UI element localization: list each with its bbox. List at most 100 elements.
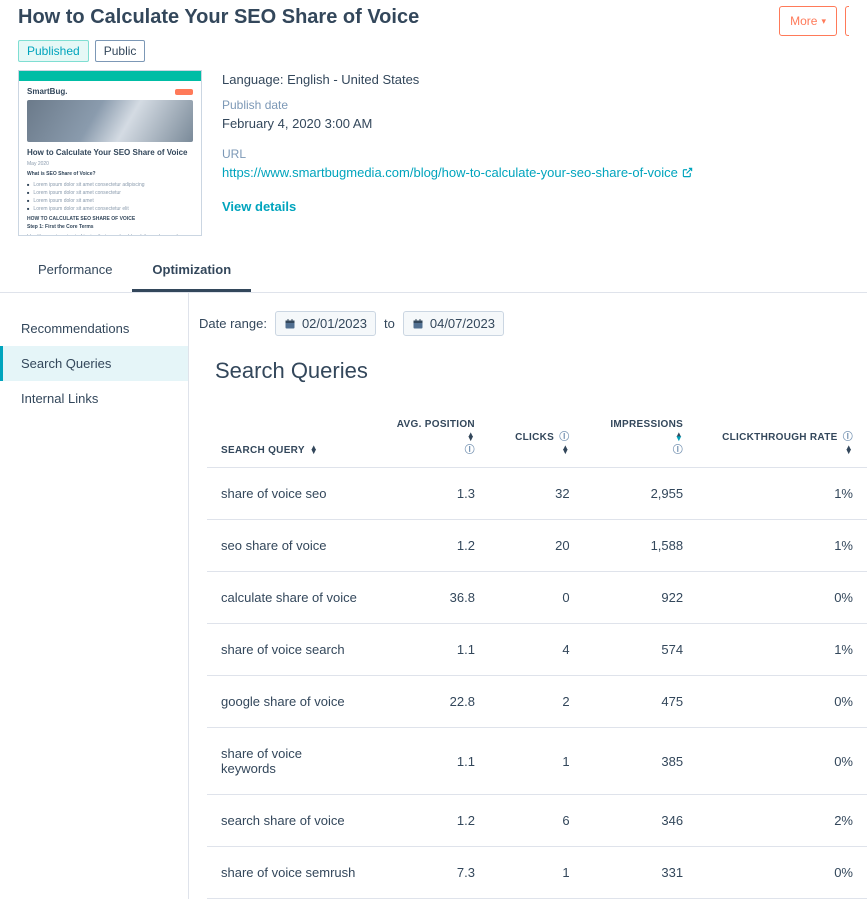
cell-query: seo share of voice	[207, 520, 371, 572]
cell-clicks: 20	[489, 520, 584, 572]
date-from-value: 02/01/2023	[302, 316, 367, 331]
cell-avg: 1.2	[371, 520, 489, 572]
cell-impressions: 346	[584, 795, 698, 847]
cell-avg: 1.1	[371, 728, 489, 795]
panel-title: Search Queries	[215, 358, 867, 384]
truncated-button[interactable]	[845, 6, 849, 36]
cell-ctr: 1%	[697, 468, 867, 520]
col-label: CLICKS	[515, 432, 554, 443]
cell-query: share of voice keywords	[207, 728, 371, 795]
tab-performance[interactable]: Performance	[18, 250, 132, 292]
cell-query: google share of voice	[207, 676, 371, 728]
cell-query: calculate share of voice	[207, 572, 371, 624]
cell-query: share of voice semrush	[207, 847, 371, 899]
cell-avg: 36.8	[371, 572, 489, 624]
table-row: calculate share of voice36.809220%	[207, 572, 867, 624]
cell-query: search share of voice	[207, 795, 371, 847]
cell-clicks: 4	[489, 624, 584, 676]
sort-icon: ▲▼	[310, 446, 318, 454]
cell-clicks: 2	[489, 676, 584, 728]
page-thumbnail: SmartBug. How to Calculate Your SEO Shar…	[18, 70, 202, 236]
cell-ctr: 0%	[697, 847, 867, 899]
view-details-link[interactable]: View details	[222, 197, 693, 217]
info-icon[interactable]: ⓘ	[843, 432, 853, 443]
language-value: Language: English - United States	[222, 70, 693, 90]
table-row: share of voice keywords1.113850%	[207, 728, 867, 795]
cell-impressions: 2,955	[584, 468, 698, 520]
sidebar-item-search-queries[interactable]: Search Queries	[0, 346, 188, 381]
cell-avg: 7.3	[371, 847, 489, 899]
cell-impressions: 574	[584, 624, 698, 676]
thumb-heading: How to Calculate Your SEO Share of Voice	[27, 148, 193, 158]
cell-avg: 1.2	[371, 795, 489, 847]
cell-clicks: 0	[489, 572, 584, 624]
info-icon[interactable]: ⓘ	[559, 432, 569, 443]
col-label: AVG. POSITION	[397, 419, 475, 430]
thumb-brand: SmartBug.	[27, 87, 67, 96]
external-link-icon	[682, 167, 693, 178]
sidebar-item-internal-links[interactable]: Internal Links	[0, 381, 188, 416]
cell-ctr: 0%	[697, 676, 867, 728]
sort-icon: ▲▼	[467, 433, 475, 441]
col-label: SEARCH QUERY	[221, 445, 305, 456]
date-to-label: to	[384, 316, 395, 331]
cell-impressions: 922	[584, 572, 698, 624]
sort-icon: ▲▼	[845, 446, 853, 454]
page-url-link[interactable]: https://www.smartbugmedia.com/blog/how-t…	[222, 163, 693, 183]
status-badge-public: Public	[95, 40, 146, 62]
cell-clicks: 32	[489, 468, 584, 520]
cell-clicks: 1	[489, 847, 584, 899]
page-title: How to Calculate Your SEO Share of Voice	[18, 6, 419, 29]
table-row: search share of voice1.263462%	[207, 795, 867, 847]
url-text: https://www.smartbugmedia.com/blog/how-t…	[222, 163, 678, 183]
col-label: IMPRESSIONS	[610, 419, 683, 430]
sort-icon: ▲▼	[675, 433, 683, 441]
table-row: share of voice search1.145741%	[207, 624, 867, 676]
cell-avg: 1.3	[371, 468, 489, 520]
info-icon[interactable]: ⓘ	[673, 445, 683, 456]
cell-impressions: 1,588	[584, 520, 698, 572]
more-label: More	[790, 14, 817, 28]
search-queries-table: SEARCH QUERY ▲▼ AVG. POSITION ▲▼ ⓘ CLICK…	[207, 408, 867, 899]
publish-date-value: February 4, 2020 3:00 AM	[222, 114, 693, 134]
cell-ctr: 2%	[697, 795, 867, 847]
col-ctr[interactable]: CLICKTHROUGH RATE ⓘ ▲▼	[697, 408, 867, 468]
cell-impressions: 331	[584, 847, 698, 899]
cell-query: share of voice search	[207, 624, 371, 676]
cell-ctr: 1%	[697, 520, 867, 572]
date-to-value: 04/07/2023	[430, 316, 495, 331]
sidebar-item-recommendations[interactable]: Recommendations	[0, 311, 188, 346]
cell-clicks: 1	[489, 728, 584, 795]
table-row: share of voice seo1.3322,9551%	[207, 468, 867, 520]
col-search-query[interactable]: SEARCH QUERY ▲▼	[207, 408, 371, 468]
cell-ctr: 1%	[697, 624, 867, 676]
url-label: URL	[222, 145, 693, 163]
publish-date-label: Publish date	[222, 96, 693, 114]
date-range-label: Date range:	[199, 316, 267, 331]
col-avg-position[interactable]: AVG. POSITION ▲▼ ⓘ	[371, 408, 489, 468]
calendar-icon	[412, 318, 424, 330]
more-button[interactable]: More ▾	[779, 6, 837, 36]
cell-avg: 22.8	[371, 676, 489, 728]
status-badge-published: Published	[18, 40, 89, 62]
cell-avg: 1.1	[371, 624, 489, 676]
table-row: share of voice semrush7.313310%	[207, 847, 867, 899]
info-icon[interactable]: ⓘ	[465, 445, 475, 456]
cell-ctr: 0%	[697, 572, 867, 624]
col-impressions[interactable]: IMPRESSIONS ▲▼ ⓘ	[584, 408, 698, 468]
cell-query: share of voice seo	[207, 468, 371, 520]
date-to-input[interactable]: 04/07/2023	[403, 311, 504, 336]
calendar-icon	[284, 318, 296, 330]
cell-impressions: 385	[584, 728, 698, 795]
date-from-input[interactable]: 02/01/2023	[275, 311, 376, 336]
table-row: google share of voice22.824750%	[207, 676, 867, 728]
col-label: CLICKTHROUGH RATE	[722, 432, 837, 443]
cell-impressions: 475	[584, 676, 698, 728]
caret-down-icon: ▾	[821, 16, 826, 27]
table-row: seo share of voice1.2201,5881%	[207, 520, 867, 572]
tab-optimization[interactable]: Optimization	[132, 250, 251, 292]
sort-icon: ▲▼	[561, 446, 569, 454]
cell-clicks: 6	[489, 795, 584, 847]
cell-ctr: 0%	[697, 728, 867, 795]
col-clicks[interactable]: CLICKS ⓘ ▲▼	[489, 408, 584, 468]
